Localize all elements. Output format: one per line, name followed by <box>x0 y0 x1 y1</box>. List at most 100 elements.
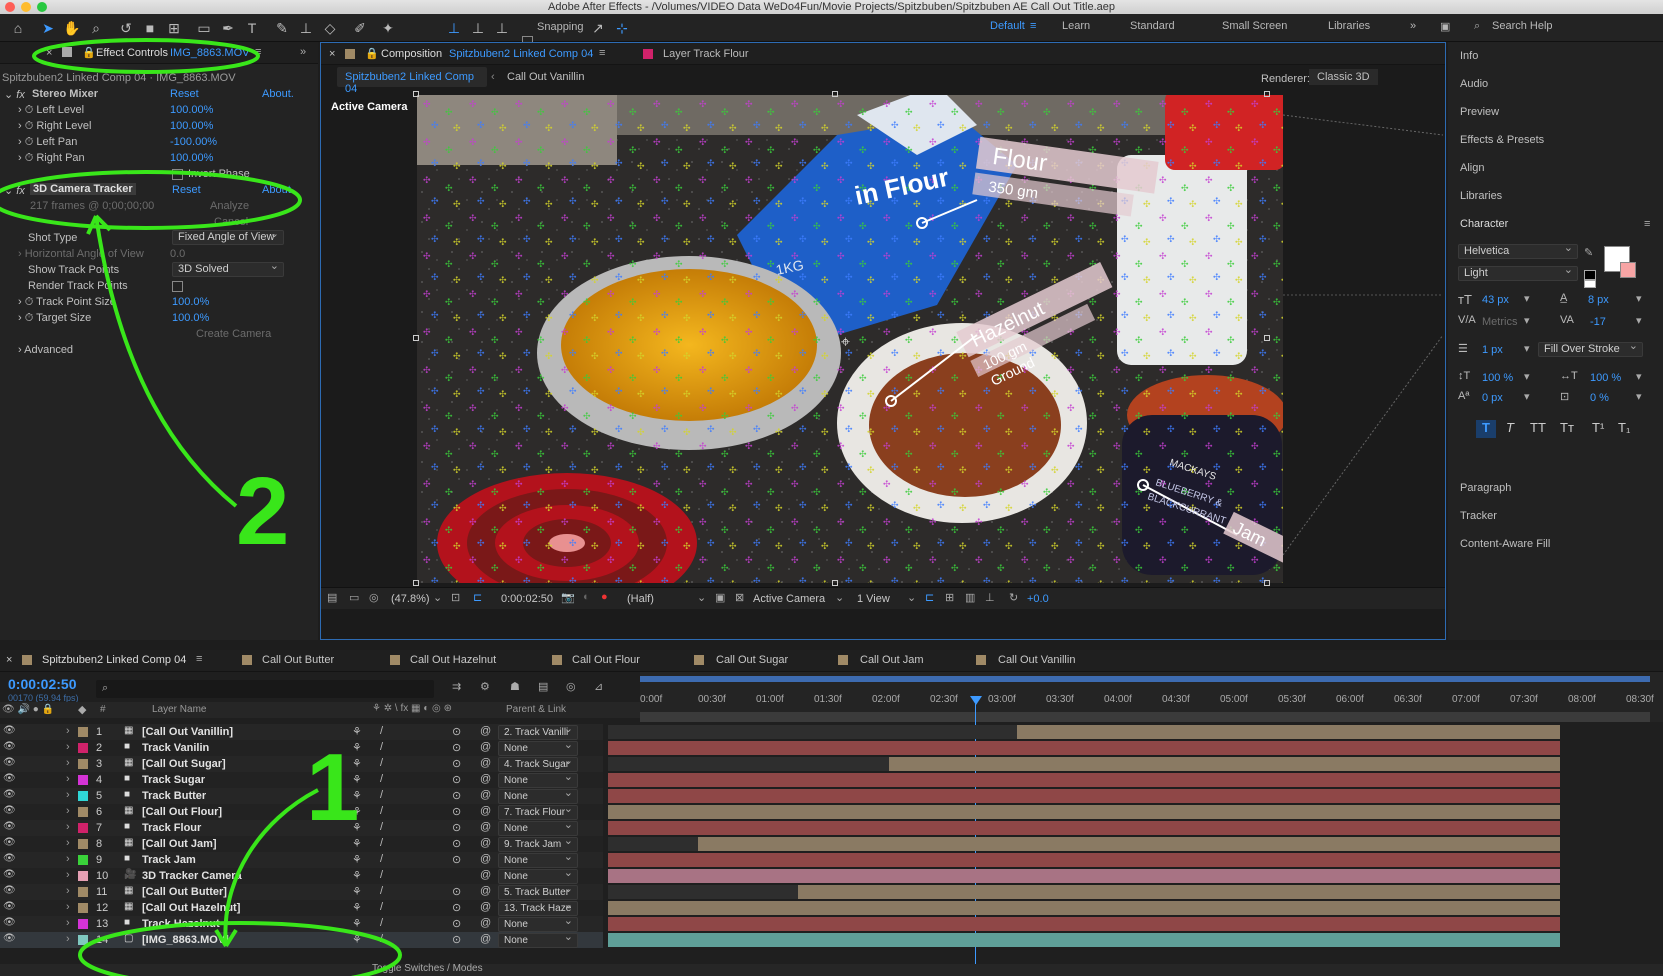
home-icon[interactable]: ⌂ <box>8 19 28 37</box>
shy-layers-icon[interactable]: ☗ <box>510 680 520 693</box>
shy-switch-icon[interactable]: ⚘ <box>352 741 362 754</box>
layer-row[interactable]: 👁 › 13 ■ Track Hazelnut ⚘ / ⊙ @ None <box>0 915 603 932</box>
composition-tab-name[interactable]: Spitzbuben2 Linked Comp 04 <box>449 48 593 60</box>
layer-duration-bar[interactable] <box>608 933 1560 947</box>
shy-switch-icon[interactable]: ⚘ <box>352 757 362 770</box>
expand-panels-icon[interactable]: » <box>300 46 306 58</box>
layer-row[interactable]: 👁 › 8 ▦ [Call Out Jam] ⚘ / ⊙ @9. Track Jam <box>0 835 603 852</box>
pick-whip-icon[interactable]: @ <box>480 837 491 849</box>
search-help-field[interactable]: Search Help <box>1492 20 1553 32</box>
layer-duration-bar[interactable] <box>608 789 1560 803</box>
shy-switch-icon[interactable]: ⚘ <box>352 933 362 946</box>
pick-whip-icon[interactable]: @ <box>480 805 491 817</box>
shy-switch-icon[interactable]: ⚘ <box>352 917 362 930</box>
baseline-shift-value[interactable]: 0 px <box>1482 392 1503 404</box>
shot-type-dropdown[interactable]: Fixed Angle of View <box>172 228 284 245</box>
timeline-menu-icon[interactable]: ≡ <box>196 653 202 665</box>
subscript-icon[interactable]: T₁ <box>1618 420 1630 435</box>
always-preview-icon[interactable]: ▤ <box>327 591 337 604</box>
visibility-eye-icon[interactable]: 👁 <box>3 933 16 944</box>
layer-duration-bar[interactable] <box>608 901 1560 915</box>
resolution-chevron-icon[interactable]: ⌄ <box>697 591 706 604</box>
panel-effects-presets[interactable]: Effects & Presets <box>1460 134 1544 146</box>
layer-row[interactable]: 👁 › 4 ■ Track Sugar ⚘ / ⊙ @ None <box>0 771 603 788</box>
hand-tool-icon[interactable]: ✋ <box>62 19 82 37</box>
quality-switch-icon[interactable]: / <box>380 933 383 945</box>
workspace-standard[interactable]: Standard <box>1130 20 1175 32</box>
exposure-value[interactable]: +0.0 <box>1027 593 1049 605</box>
twirl-icon[interactable]: › <box>66 917 70 929</box>
shy-switch-icon[interactable]: ⚘ <box>352 725 362 738</box>
panel-menu-icon[interactable]: ≡ <box>255 46 261 58</box>
quality-switch-icon[interactable]: / <box>380 757 383 769</box>
fast-previews-icon[interactable]: ▣ <box>715 591 725 604</box>
3d-layer-icon[interactable]: ⊙ <box>452 837 461 850</box>
frame-blending-icon[interactable]: ▤ <box>538 680 548 693</box>
parent-dropdown[interactable]: None <box>498 931 578 948</box>
parent-dropdown[interactable]: 9. Track Jam <box>498 835 578 852</box>
layer-name[interactable]: [Call Out Flour] <box>142 806 222 818</box>
quality-switch-icon[interactable]: / <box>380 821 383 833</box>
channel-icon[interactable]: ● <box>601 591 608 603</box>
shy-switch-icon[interactable]: ⚘ <box>352 789 362 802</box>
parent-dropdown[interactable]: 5. Track Butter <box>498 883 578 900</box>
pick-whip-icon[interactable]: @ <box>480 725 491 737</box>
layer-search-input[interactable]: ⌕ <box>96 680 434 698</box>
twirl-icon[interactable]: › <box>66 933 70 945</box>
quality-switch-icon[interactable]: / <box>380 869 383 881</box>
quality-switch-icon[interactable]: / <box>380 741 383 753</box>
advanced-group[interactable]: › Advanced <box>18 344 73 356</box>
puppet-pin-tool-icon[interactable]: ✦ <box>378 19 398 37</box>
cancel-button[interactable]: Cancel <box>214 216 248 228</box>
layer-row[interactable]: 👁 › 14 ▢ [IMG_8863.MOV] ⚘ / ⊙ @ None <box>0 931 603 948</box>
eraser-tool-icon[interactable]: ◇ <box>320 19 340 37</box>
track-point-size-value[interactable]: 100.0% <box>172 296 209 308</box>
layer-row[interactable]: 👁 › 5 ■ Track Butter ⚘ / ⊙ @ None <box>0 787 603 804</box>
minimize-window-button[interactable] <box>21 2 31 12</box>
handle-ml[interactable] <box>413 335 419 341</box>
graph-editor-icon[interactable]: ⊿ <box>594 680 603 693</box>
timeline-tab-0[interactable]: Spitzbuben2 Linked Comp 04 <box>42 654 186 666</box>
layer-name[interactable]: Track Sugar <box>142 774 205 786</box>
handle-tr[interactable] <box>1264 91 1270 97</box>
view-layout-dropdown[interactable]: 1 View <box>857 593 890 605</box>
analyze-button[interactable]: Analyze <box>210 200 249 212</box>
visibility-eye-icon[interactable]: 👁 <box>3 853 16 864</box>
camera-tracker-name[interactable]: 3D Camera Tracker <box>30 183 136 195</box>
handle-br[interactable] <box>1264 580 1270 586</box>
vertical-scale-value[interactable]: 100 % <box>1482 372 1513 384</box>
shy-switch-icon[interactable]: ⚘ <box>352 853 362 866</box>
clone-stamp-tool-icon[interactable]: ⊥ <box>296 19 316 37</box>
handle-tl[interactable] <box>413 91 419 97</box>
white-swatch[interactable] <box>1584 280 1596 288</box>
label-color-swatch[interactable] <box>78 919 88 929</box>
layer-duration-bar[interactable] <box>1017 725 1560 739</box>
tsume-chevron-icon[interactable]: ▾ <box>1636 390 1642 403</box>
timeline-tab-5[interactable]: Call Out Jam <box>860 654 924 666</box>
title-safe-icon[interactable]: ⊡ <box>451 591 460 604</box>
target-size-value[interactable]: 100.0% <box>172 312 209 324</box>
tracker-reset-link[interactable]: Reset <box>172 184 201 196</box>
tracker-about-link[interactable]: About <box>262 184 291 196</box>
zoom-tool-icon[interactable]: ⌕ <box>86 19 106 37</box>
pick-whip-icon[interactable]: @ <box>480 901 491 913</box>
close-tab-icon[interactable]: × <box>46 47 52 59</box>
visibility-eye-icon[interactable]: 👁 <box>3 901 16 912</box>
workspace-learn[interactable]: Learn <box>1062 20 1090 32</box>
3d-layer-icon[interactable]: ⊙ <box>452 933 461 946</box>
quality-switch-icon[interactable]: / <box>380 901 383 913</box>
brush-tool-icon[interactable]: ✎ <box>272 19 292 37</box>
3d-layer-icon[interactable]: ⊙ <box>452 757 461 770</box>
stereo-mixer-twirl[interactable]: ⌄ fx <box>4 88 25 101</box>
maximize-window-button[interactable] <box>37 2 47 12</box>
label-color-swatch[interactable] <box>78 727 88 737</box>
parent-dropdown[interactable]: 4. Track Sugar <box>498 755 578 772</box>
layer-name[interactable]: 3D Tracker Camera <box>142 870 242 882</box>
pick-whip-icon[interactable]: @ <box>480 821 491 833</box>
tsume-value[interactable]: 0 % <box>1590 392 1609 404</box>
3d-view-dropdown[interactable]: Active Camera <box>753 593 825 605</box>
parent-dropdown[interactable]: 7. Track Flour <box>498 803 578 820</box>
shy-switch-icon[interactable]: ⚘ <box>352 805 362 818</box>
layer-row[interactable]: 👁 › 10 🎥 3D Tracker Camera ⚘ / @ None <box>0 867 603 884</box>
layer-duration-bar[interactable] <box>608 917 1560 931</box>
